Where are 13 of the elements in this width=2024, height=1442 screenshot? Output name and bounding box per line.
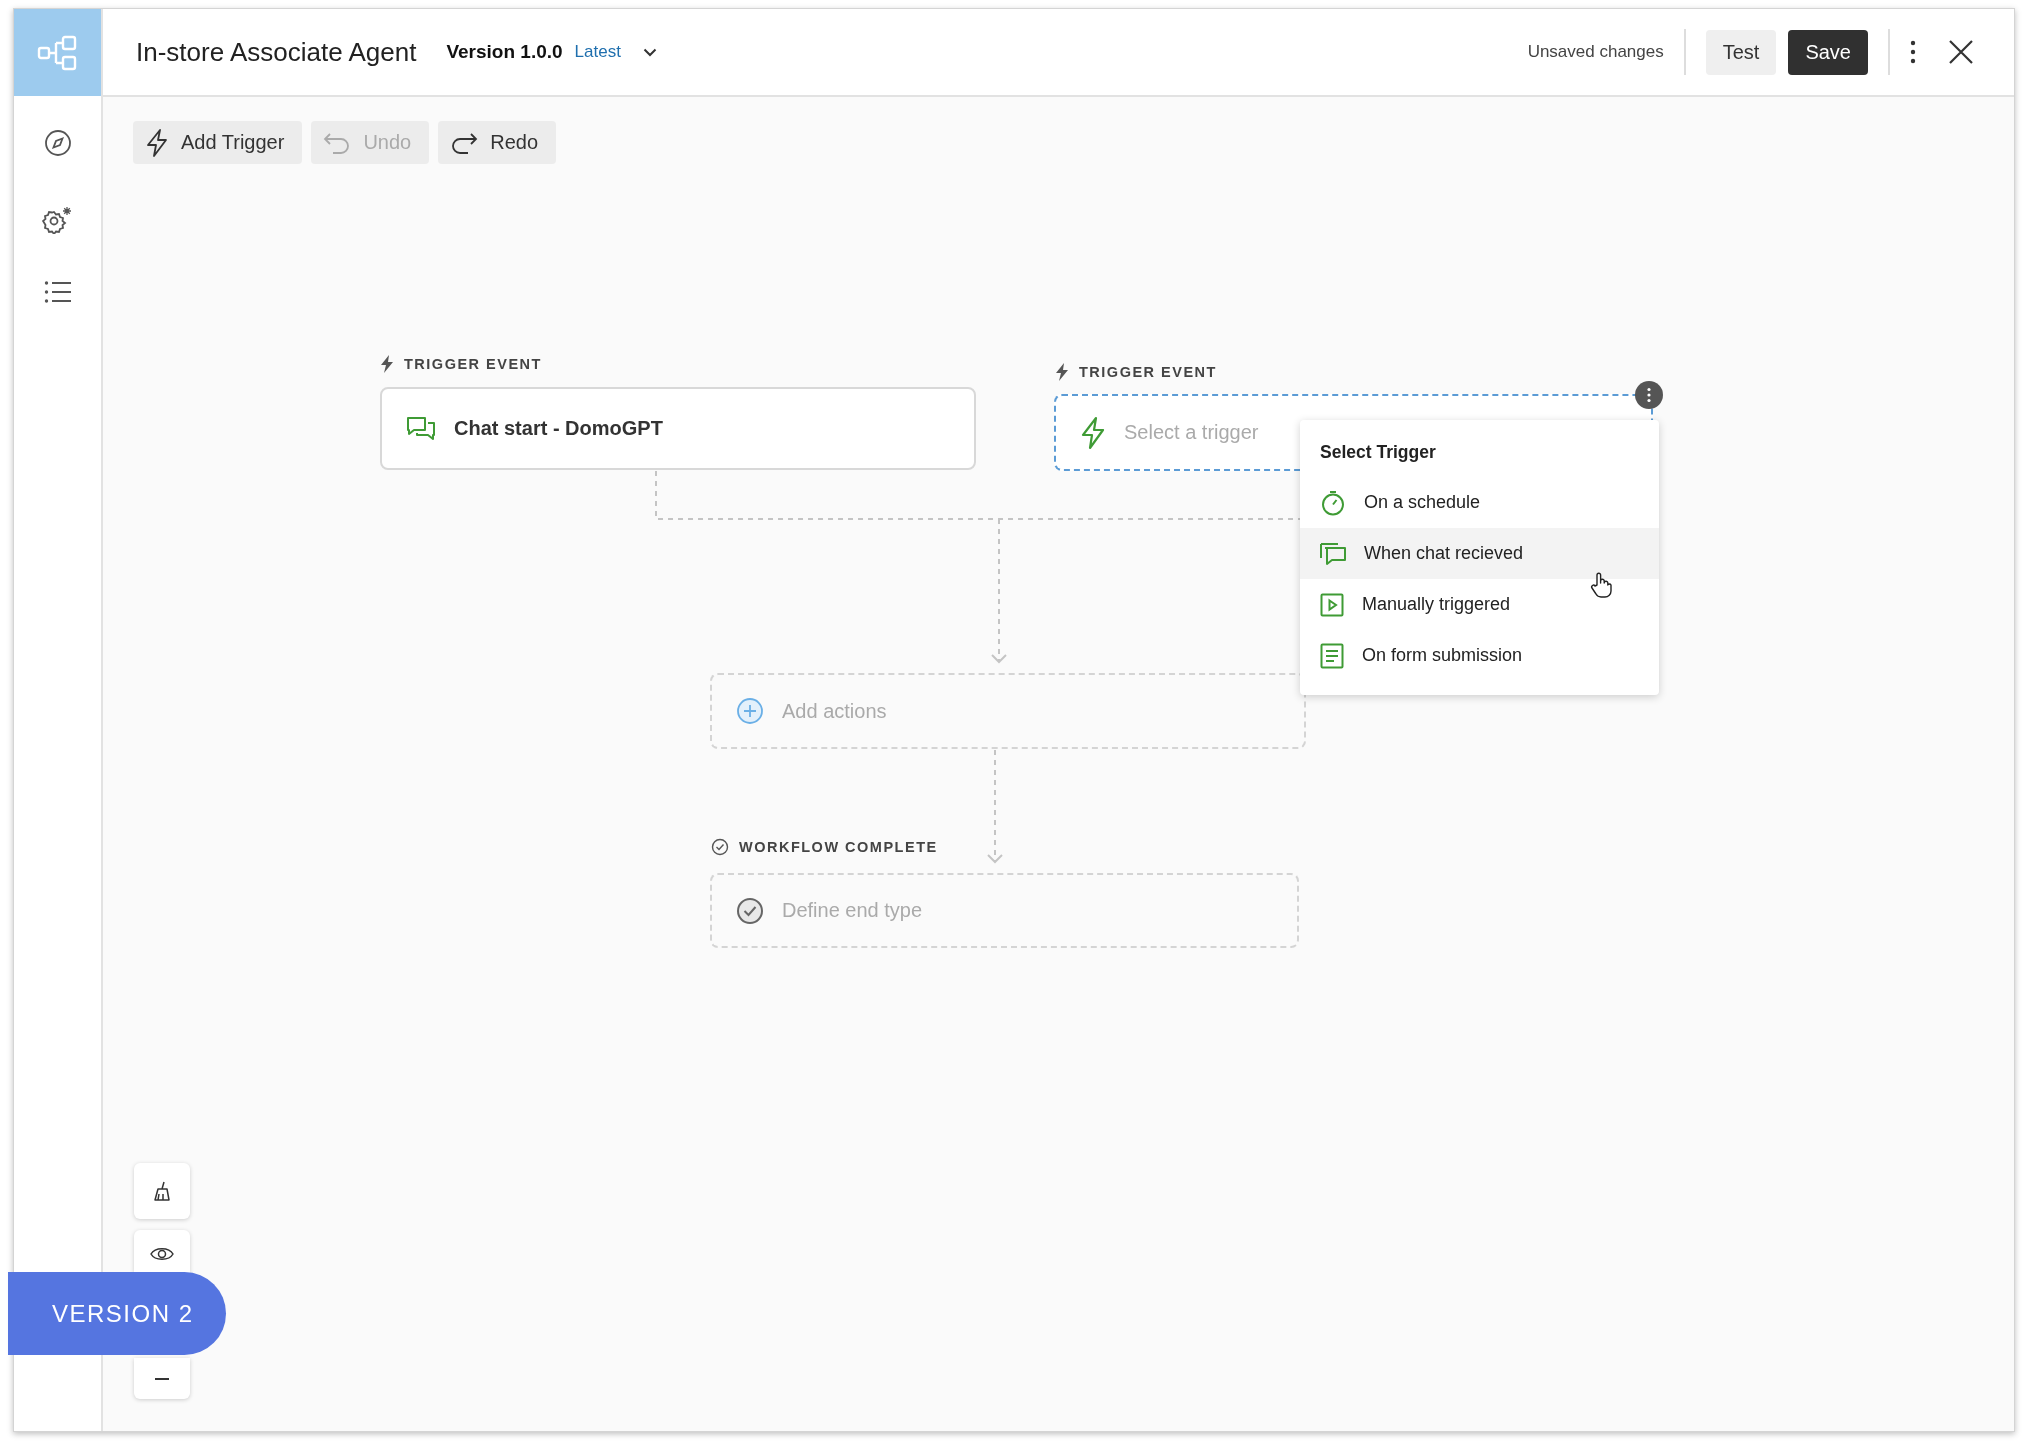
version-banner: VERSION 2 bbox=[8, 1272, 226, 1355]
trigger-name: Chat start - DomoGPT bbox=[454, 417, 663, 440]
workflow-complete-label: WORKFLOW COMPLETE bbox=[739, 839, 938, 855]
trigger-event-label: TRIGGER EVENT bbox=[1079, 364, 1217, 380]
unsaved-status: Unsaved changes bbox=[1527, 42, 1664, 62]
trigger-placeholder: Select a trigger bbox=[1124, 421, 1259, 444]
add-actions-text: Add actions bbox=[782, 699, 887, 723]
version-label: Version 1.0.0 bbox=[446, 41, 563, 63]
workflow-title: In-store Associate Agent bbox=[136, 36, 417, 68]
end-type-text: Define end type bbox=[782, 899, 923, 922]
menu-title: Select Trigger bbox=[1319, 442, 1437, 464]
latest-tag: Latest bbox=[574, 42, 621, 62]
trigger-event-label: TRIGGER EVENT bbox=[404, 356, 542, 372]
